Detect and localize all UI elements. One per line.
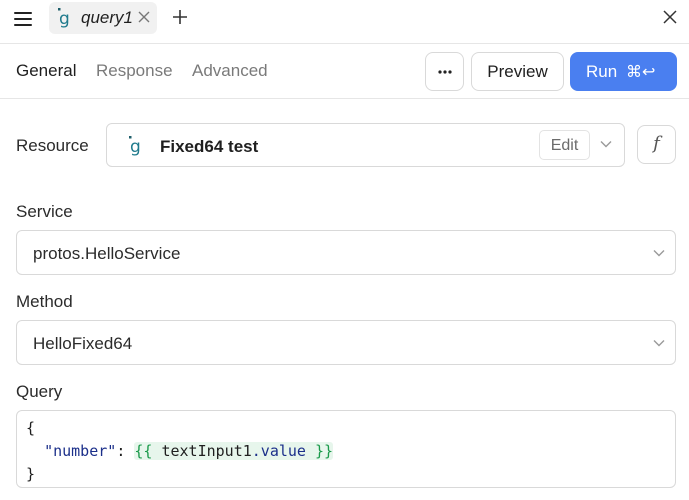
template-expression: {{ textInput1.value }} bbox=[134, 442, 334, 460]
service-label: Service bbox=[16, 202, 73, 221]
function-icon: f bbox=[653, 133, 660, 154]
tab-advanced[interactable]: Advanced bbox=[192, 61, 268, 81]
more-button[interactable] bbox=[425, 52, 464, 91]
function-toggle-button[interactable]: f bbox=[637, 125, 676, 164]
section-nav: General Response Advanced Preview Run ⌘↩ bbox=[0, 44, 689, 99]
tab-response[interactable]: Response bbox=[96, 61, 173, 81]
resource-label: Resource bbox=[16, 136, 89, 155]
template-open: {{ bbox=[134, 442, 162, 460]
edit-button-label: Edit bbox=[550, 137, 579, 154]
grpc-logo-icon: g bbox=[129, 136, 141, 157]
more-icon bbox=[438, 70, 452, 74]
template-property: .value bbox=[251, 442, 306, 460]
method-label: Method bbox=[16, 292, 73, 311]
preview-button[interactable]: Preview bbox=[471, 52, 564, 91]
svg-text:g: g bbox=[130, 137, 141, 157]
code-line-1: { bbox=[26, 419, 36, 437]
resource-select[interactable]: g Fixed64 test Edit bbox=[106, 123, 625, 167]
plus-icon[interactable] bbox=[171, 8, 189, 26]
tab-general[interactable]: General bbox=[16, 61, 76, 81]
hamburger-menu-icon[interactable] bbox=[14, 11, 34, 27]
top-tab-bar: g query1 bbox=[0, 0, 689, 44]
chevron-down-icon[interactable] bbox=[600, 140, 612, 148]
run-button-label: Run bbox=[586, 62, 618, 81]
query-label: Query bbox=[16, 382, 63, 401]
chevron-down-icon bbox=[653, 250, 665, 257]
code-key: "number" bbox=[44, 442, 117, 460]
template-close: }} bbox=[305, 442, 334, 460]
code-line-3: } bbox=[26, 465, 36, 483]
query-tab-label: query1 bbox=[81, 8, 133, 27]
query-tab[interactable]: g query1 bbox=[49, 2, 157, 34]
grpc-logo-icon: g bbox=[58, 8, 70, 29]
service-select[interactable]: protos.HelloService bbox=[16, 230, 676, 275]
close-icon[interactable] bbox=[137, 10, 151, 24]
run-button[interactable]: Run ⌘↩ bbox=[570, 52, 677, 91]
code-colon: : bbox=[116, 442, 135, 460]
preview-button-label: Preview bbox=[487, 62, 548, 81]
template-identifier: textInput1 bbox=[161, 442, 252, 460]
svg-text:g: g bbox=[59, 9, 70, 29]
close-icon[interactable] bbox=[663, 10, 677, 24]
resource-name: Fixed64 test bbox=[160, 137, 259, 156]
run-shortcut: ⌘↩ bbox=[626, 62, 656, 81]
method-value: HelloFixed64 bbox=[33, 334, 133, 353]
code-line-2: "number": {{ textInput1.value }} bbox=[26, 442, 334, 460]
edit-resource-button[interactable]: Edit bbox=[539, 130, 590, 160]
chevron-down-icon bbox=[653, 340, 665, 347]
method-select[interactable]: HelloFixed64 bbox=[16, 320, 676, 365]
query-editor[interactable]: { "number": {{ textInput1.value }} } bbox=[16, 410, 676, 488]
service-value: protos.HelloService bbox=[33, 244, 181, 263]
